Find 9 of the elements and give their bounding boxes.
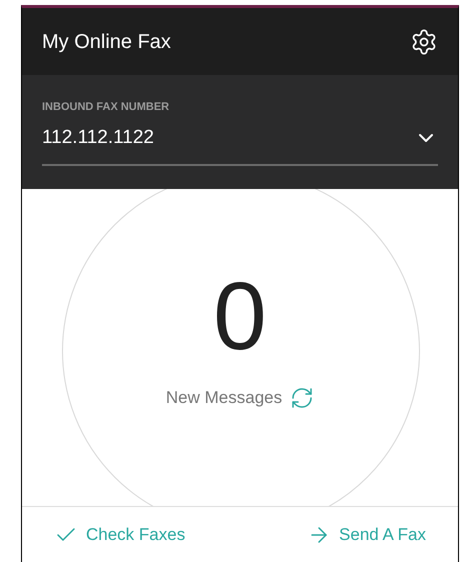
refresh-icon[interactable] — [290, 386, 314, 410]
settings-icon[interactable] — [410, 28, 438, 56]
fax-number-dropdown[interactable]: 112.112.1122 — [42, 124, 438, 166]
field-label: INBOUND FAX NUMBER — [42, 100, 170, 115]
app-title: My Online Fax — [42, 30, 171, 54]
message-count: 0 — [213, 269, 267, 365]
send-fax-button[interactable]: Send A Fax — [307, 522, 426, 548]
new-messages-label: New Messages — [166, 387, 282, 409]
check-faxes-button[interactable]: Check Faxes — [54, 522, 186, 548]
